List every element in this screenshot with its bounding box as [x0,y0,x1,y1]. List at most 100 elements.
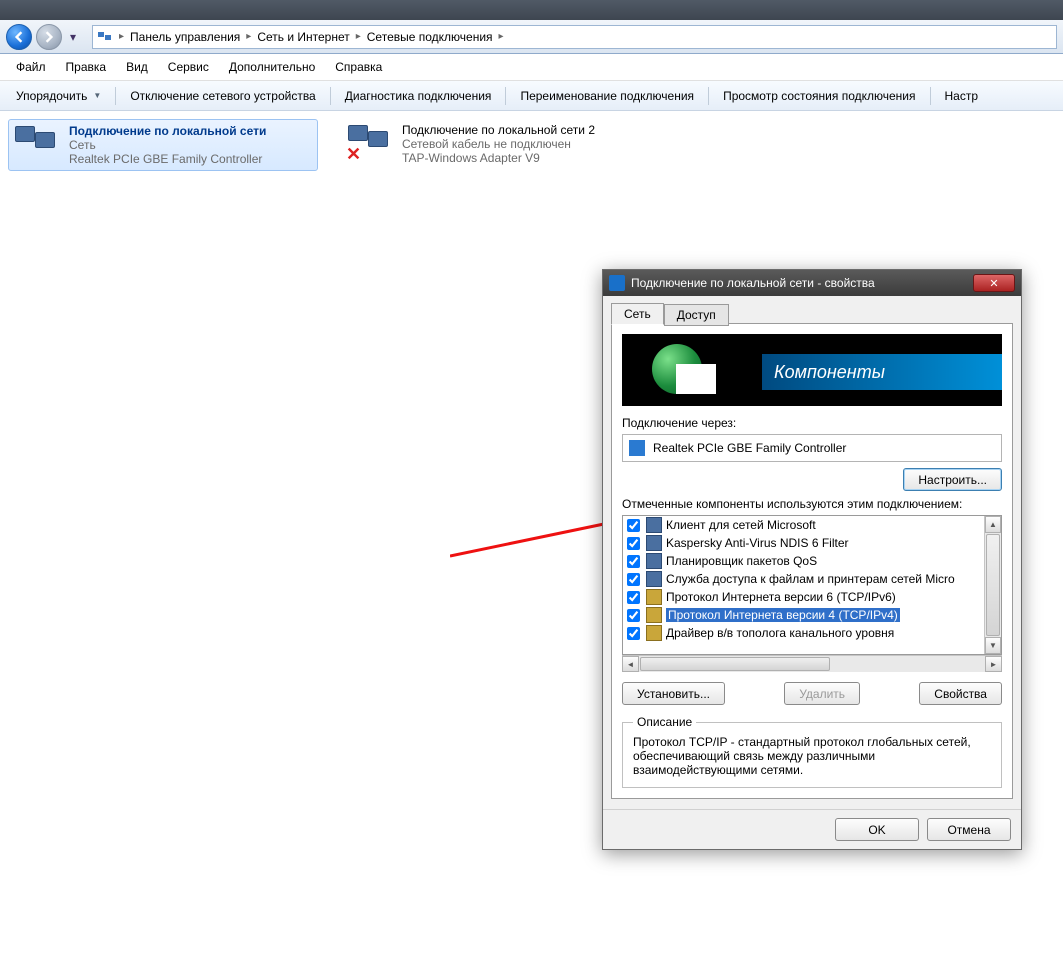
network-icon: ✕ [346,123,394,163]
diagnose-button[interactable]: Диагностика подключения [335,85,502,107]
breadcrumb-item[interactable]: Панель управления▸ [130,30,251,44]
adapter-name: Realtek PCIe GBE Family Controller [653,441,846,455]
ok-button[interactable]: OK [835,818,919,841]
description-legend: Описание [633,715,696,729]
separator [115,87,116,105]
scroll-thumb[interactable] [986,534,1000,636]
component-label: Планировщик пакетов QoS [666,554,817,568]
breadcrumb-item[interactable]: Сеть и Интернет▸ [257,30,360,44]
nic-icon [629,440,645,456]
component-checkbox[interactable] [627,573,640,586]
connection-title: Подключение по локальной сети [69,124,266,138]
history-dropdown[interactable]: ▾ [66,30,80,44]
chevron-right-icon: ▸ [119,31,124,42]
location-icon [97,29,113,45]
dialog-titlebar[interactable]: Подключение по локальной сети - свойства… [603,270,1021,296]
service-icon [646,535,662,551]
scroll-thumb[interactable] [640,657,830,671]
separator [505,87,506,105]
separator [330,87,331,105]
connection-item[interactable]: Подключение по локальной сети Сеть Realt… [8,119,318,171]
install-button[interactable]: Установить... [622,682,725,705]
tab-access[interactable]: Доступ [664,304,729,326]
view-status-button[interactable]: Просмотр состояния подключения [713,85,925,107]
service-icon [646,517,662,533]
explorer-navbar: ▾ ▸ Панель управления▸ Сеть и Интернет▸ … [0,20,1063,54]
component-checkbox[interactable] [627,537,640,550]
scrollbar-vertical[interactable]: ▲ ▼ [984,516,1001,654]
component-item[interactable]: Kaspersky Anti-Virus NDIS 6 Filter [623,534,984,552]
tab-network[interactable]: Сеть [611,303,664,325]
command-bar: Упорядочить▼ Отключение сетевого устройс… [0,81,1063,111]
components-list: Клиент для сетей Microsoft Kaspersky Anti… [622,515,1002,655]
connection-item[interactable]: ✕ Подключение по локальной сети 2 Сетево… [342,119,652,169]
component-checkbox[interactable] [627,609,640,622]
service-icon [646,553,662,569]
adapter-field[interactable]: Realtek PCIe GBE Family Controller [622,434,1002,462]
content-area: Подключение по локальной сети Сеть Realt… [0,111,1063,965]
menu-help[interactable]: Справка [327,58,390,76]
chevron-right-icon: ▸ [356,31,361,42]
components-label: Отмеченные компоненты используются этим … [622,497,1002,511]
menu-tools[interactable]: Сервис [160,58,217,76]
rename-button[interactable]: Переименование подключения [510,85,704,107]
address-bar[interactable]: ▸ Панель управления▸ Сеть и Интернет▸ Се… [92,25,1057,49]
component-item[interactable]: Протокол Интернета версии 4 (TCP/IPv4) [623,606,984,624]
description-text: Протокол TCP/IP - стандартный протокол г… [633,735,991,777]
component-item[interactable]: Протокол Интернета версии 6 (TCP/IPv6) [623,588,984,606]
protocol-icon [646,625,662,641]
dialog-title: Подключение по локальной сети - свойства [631,276,967,290]
menu-view[interactable]: Вид [118,58,156,76]
menu-file[interactable]: Файл [8,58,54,76]
connection-adapter: Realtek PCIe GBE Family Controller [69,152,266,166]
component-item[interactable]: Драйвер в/в тополога канального уровня [623,624,984,642]
protocol-icon [646,607,662,623]
component-checkbox[interactable] [627,555,640,568]
disconnected-icon: ✕ [346,144,361,165]
scrollbar-horizontal[interactable]: ◄ ► [622,655,1002,672]
banner-text: Компоненты [762,354,1002,390]
network-icon [13,124,61,164]
scroll-down-button[interactable]: ▼ [985,637,1001,654]
components-banner: Компоненты [622,334,1002,406]
component-label: Протокол Интернета версии 4 (TCP/IPv4) [666,608,900,622]
scroll-left-button[interactable]: ◄ [622,656,639,672]
component-label: Kaspersky Anti-Virus NDIS 6 Filter [666,536,849,550]
back-button[interactable] [6,24,32,50]
window-chrome [0,0,1063,20]
component-item[interactable]: Планировщик пакетов QoS [623,552,984,570]
menu-bar: Файл Правка Вид Сервис Дополнительно Спр… [0,54,1063,81]
component-label: Служба доступа к файлам и принтерам сете… [666,572,955,586]
service-icon [646,571,662,587]
tab-strip: Сеть Доступ [611,302,1013,324]
connection-adapter: TAP-Windows Adapter V9 [402,151,595,165]
forward-button[interactable] [36,24,62,50]
settings-button[interactable]: Настр [935,85,989,107]
properties-button[interactable]: Свойства [919,682,1002,705]
component-item[interactable]: Клиент для сетей Microsoft [623,516,984,534]
component-checkbox[interactable] [627,519,640,532]
properties-dialog: Подключение по локальной сети - свойства… [602,269,1022,850]
component-item[interactable]: Служба доступа к файлам и принтерам сете… [623,570,984,588]
connection-title: Подключение по локальной сети 2 [402,123,595,137]
scroll-right-button[interactable]: ► [985,656,1002,672]
separator [708,87,709,105]
scroll-up-button[interactable]: ▲ [985,516,1001,533]
cancel-button[interactable]: Отмена [927,818,1011,841]
card-icon [676,364,716,394]
tab-pane: Компоненты Подключение через: Realtek PC… [611,323,1013,799]
chevron-right-icon: ▸ [499,31,504,42]
configure-button[interactable]: Настроить... [903,468,1002,491]
close-button[interactable]: ✕ [973,274,1015,292]
connect-via-label: Подключение через: [622,416,1002,430]
menu-edit[interactable]: Правка [58,58,115,76]
dialog-footer: OK Отмена [603,809,1021,849]
organize-button[interactable]: Упорядочить▼ [6,85,111,107]
component-label: Драйвер в/в тополога канального уровня [666,626,894,640]
menu-advanced[interactable]: Дополнительно [221,58,323,76]
component-checkbox[interactable] [627,627,640,640]
disable-device-button[interactable]: Отключение сетевого устройства [120,85,325,107]
breadcrumb-item[interactable]: Сетевые подключения▸ [367,30,504,44]
component-checkbox[interactable] [627,591,640,604]
remove-button[interactable]: Удалить [784,682,860,705]
